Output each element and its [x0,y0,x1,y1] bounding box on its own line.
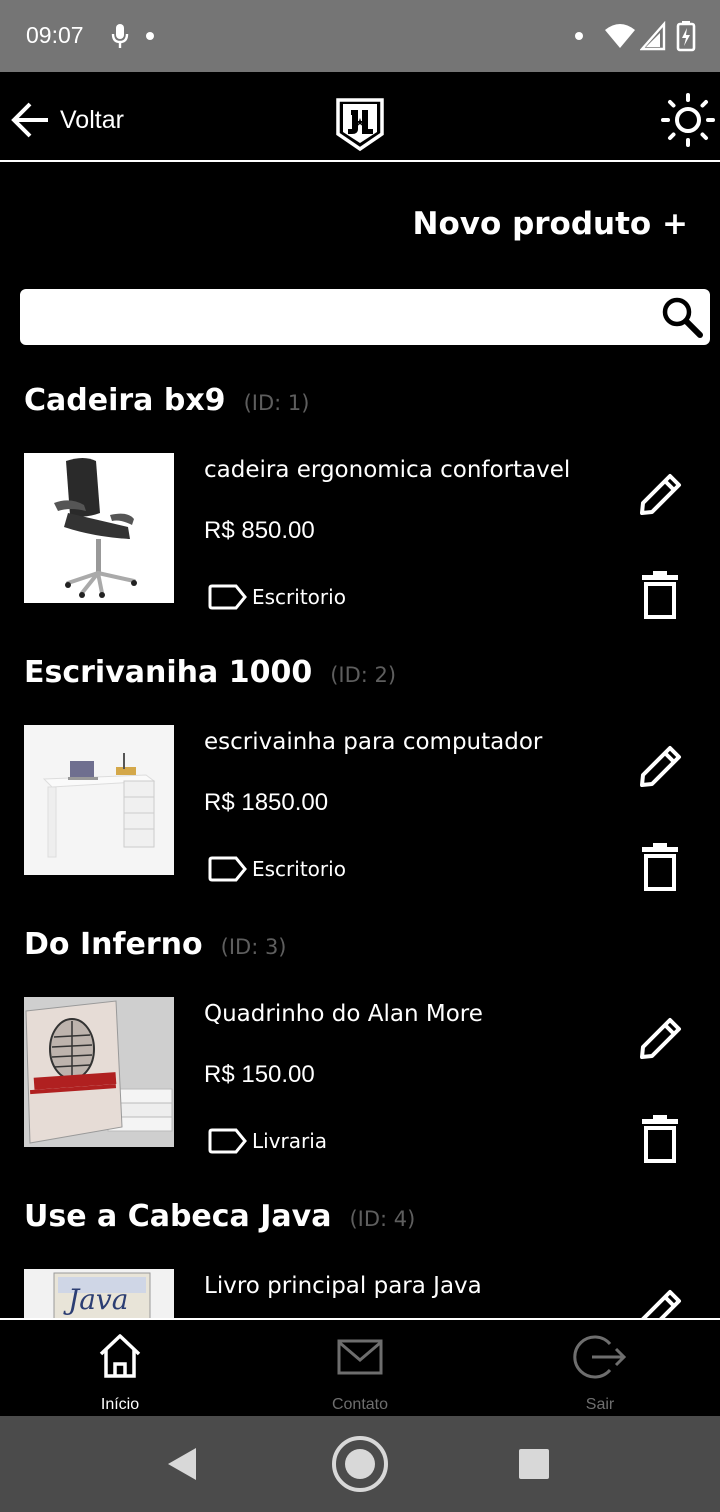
category-label: Escritorio [252,857,346,881]
product-category: Livraria [208,1127,327,1155]
bottom-navigation: Início Contato Sair [0,1318,720,1416]
logout-icon [573,1335,627,1379]
product-description: escrivainha para computador [204,729,543,755]
product-description: Quadrinho do Alan More [204,1001,483,1027]
product-description: cadeira ergonomica confortavel [204,457,571,483]
product-id: (ID: 4) [349,1207,416,1231]
home-icon [99,1334,141,1378]
product-id: (ID: 1) [243,391,310,415]
battery-charging-icon [676,21,696,52]
system-back-icon[interactable] [166,1446,198,1482]
search-input[interactable] [34,297,644,337]
product-price: R$ 850.00 [204,517,315,544]
product-name: Cadeira bx9 [24,383,226,418]
theme-toggle-sun-icon[interactable] [660,92,716,148]
back-button[interactable]: Voltar [8,98,124,142]
edit-pencil-icon[interactable] [634,1013,686,1065]
product-title: Escrivaniha 1000 (ID: 2) [24,655,396,690]
nav-item-contato[interactable]: Contato [240,1320,480,1416]
microphone-icon [111,24,129,48]
product-title: Do Inferno (ID: 3) [24,927,287,962]
edit-pencil-icon[interactable] [634,741,686,793]
nav-label: Início [100,1396,140,1413]
category-label: Escritorio [252,585,346,609]
product-id: (ID: 2) [330,663,397,687]
product-title: Use a Cabeca Java (ID: 4) [24,1199,415,1234]
cell-signal-icon [640,21,666,51]
system-home-icon[interactable] [331,1435,389,1493]
tag-icon [208,1128,247,1154]
new-product-button[interactable]: Novo produto + [413,206,688,242]
nav-label: Contato [331,1396,389,1413]
status-time: 09:07 [26,22,84,48]
product-category: Escritorio [208,855,346,883]
search-bar [20,289,710,345]
notification-dot-icon [146,32,154,40]
wifi-icon [605,24,635,48]
product-image-comic-book [24,997,174,1147]
status-bar: 09:07 [0,0,720,72]
tag-icon [208,584,247,610]
product-image-java-book: Java [24,1269,174,1318]
mail-icon [337,1339,383,1375]
system-navigation-bar [0,1416,720,1512]
svg-text:Java: Java [63,1283,128,1316]
app-bar: Voltar [0,72,720,162]
product-description: Livro principal para Java [204,1273,482,1299]
product-price: R$ 150.00 [204,1061,315,1088]
product-name: Escrivaniha 1000 [24,655,313,690]
tag-icon [208,856,247,882]
product-name: Do Inferno [24,927,203,962]
product-item: Do Inferno (ID: 3) Quadrinho do Alan More [0,909,720,1181]
product-image-desk [24,725,174,875]
product-name: Use a Cabeca Java [24,1199,332,1234]
product-id: (ID: 3) [220,935,287,959]
product-category: Escritorio [208,583,346,611]
product-title: Cadeira bx9 (ID: 1) [24,383,309,418]
nav-item-inicio[interactable]: Início [0,1320,240,1416]
product-item: Cadeira bx9 (ID: 1) cadeira ergonomica co… [0,365,720,637]
notification-dot-icon [575,32,583,40]
product-image-office-chair [24,453,174,603]
category-label: Livraria [252,1129,328,1153]
nav-label: Sair [585,1396,615,1413]
product-list: Cadeira bx9 (ID: 1) cadeira ergonomica co… [0,365,720,1318]
product-price: R$ 1850.00 [204,789,329,816]
trash-icon[interactable] [638,571,682,621]
edit-pencil-icon[interactable] [634,469,686,521]
trash-icon[interactable] [638,843,682,893]
product-item: Use a Cabeca Java (ID: 4) Java Livro prin… [0,1181,720,1318]
product-item: Escrivaniha 1000 (ID: 2) escrivainha para… [0,637,720,909]
search-icon[interactable] [660,295,704,339]
edit-pencil-icon[interactable] [634,1285,686,1318]
arrow-left-icon [11,102,48,138]
system-recents-icon[interactable] [518,1448,550,1480]
back-label: Voltar [60,105,124,134]
trash-icon[interactable] [638,1115,682,1165]
nav-item-sair[interactable]: Sair [480,1320,720,1416]
justice-league-logo [336,98,384,152]
